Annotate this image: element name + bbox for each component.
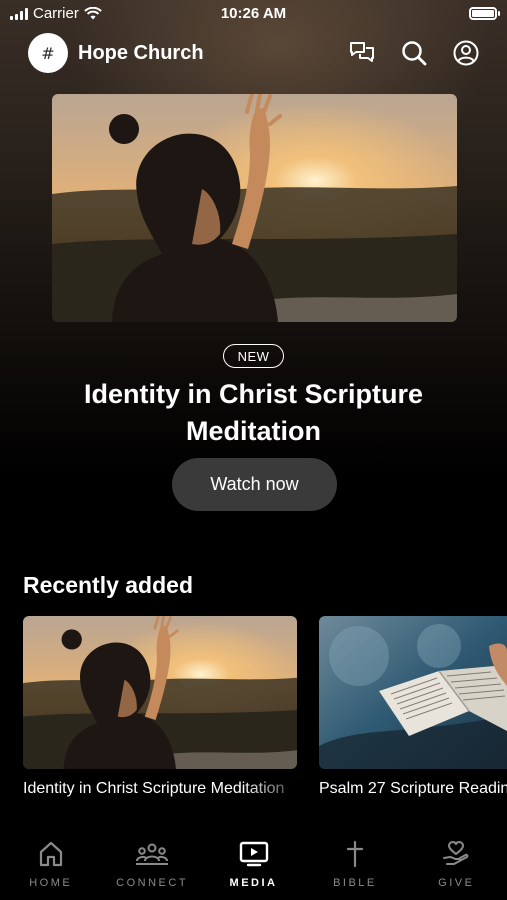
church-logo[interactable]: # bbox=[28, 33, 68, 73]
chat-icon[interactable] bbox=[349, 41, 375, 65]
heart-hand-icon bbox=[443, 841, 469, 865]
media-card-title: Psalm 27 Scripture Reading bbox=[319, 780, 507, 797]
section-title: Recently added bbox=[23, 572, 193, 598]
hero-image[interactable] bbox=[52, 94, 457, 322]
app-header: # Hope Church bbox=[28, 33, 479, 73]
church-name: Hope Church bbox=[78, 41, 204, 64]
tab-label: MEDIA bbox=[229, 877, 278, 889]
media-card-title: Identity in Christ Scripture Meditation bbox=[23, 780, 285, 797]
home-icon bbox=[39, 841, 62, 867]
tab-bible[interactable]: BIBLE bbox=[304, 840, 405, 900]
tab-give[interactable]: GIVE bbox=[406, 840, 507, 900]
tab-label: HOME bbox=[29, 877, 73, 889]
tab-label: GIVE bbox=[438, 877, 475, 889]
media-card[interactable]: Identity in Christ Scripture Meditation bbox=[23, 616, 297, 798]
battery-icon bbox=[469, 7, 500, 20]
tab-bar: HOME CONNECT MEDIA BIBLE GIVE bbox=[0, 840, 507, 900]
status-time: 10:26 AM bbox=[220, 5, 287, 22]
status-bar: Carrier 10:26 AM bbox=[0, 0, 507, 28]
tv-icon bbox=[239, 841, 268, 867]
tab-label: CONNECT bbox=[116, 877, 189, 889]
profile-icon[interactable] bbox=[453, 40, 479, 66]
media-thumbnail[interactable] bbox=[23, 616, 297, 769]
cross-icon bbox=[346, 840, 364, 868]
new-badge: NEW bbox=[223, 344, 284, 368]
tab-home[interactable]: HOME bbox=[0, 840, 101, 900]
watch-now-button[interactable]: Watch now bbox=[172, 458, 337, 511]
header-actions bbox=[349, 40, 479, 66]
tab-connect[interactable]: CONNECT bbox=[101, 840, 202, 900]
media-thumbnail[interactable] bbox=[319, 616, 507, 769]
search-icon[interactable] bbox=[401, 40, 427, 66]
media-card[interactable]: Psalm 27 Scripture Reading bbox=[319, 616, 507, 798]
tab-label: BIBLE bbox=[333, 877, 377, 889]
hero-title: Identity in Christ Scripture Meditation bbox=[83, 379, 424, 446]
people-icon bbox=[136, 843, 169, 865]
tab-media[interactable]: MEDIA bbox=[203, 840, 304, 900]
